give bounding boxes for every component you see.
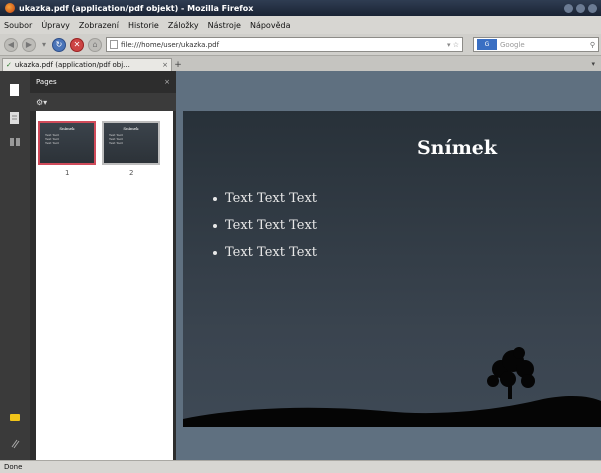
home-button[interactable]: ⌂ <box>88 37 102 52</box>
maximize-icon[interactable] <box>576 3 585 13</box>
page-thumbnail-2[interactable]: Snímek Text Text Text Text Text Text <box>102 121 160 165</box>
tab-bar: ✓ ukazka.pdf (application/pdf obj... × +… <box>0 56 601 71</box>
search-placeholder: Google <box>500 40 525 49</box>
menu-tools[interactable]: Nástroje <box>208 21 241 30</box>
menu-bookmarks[interactable]: Záložky <box>168 21 199 30</box>
attachment-icon[interactable] <box>9 135 21 149</box>
search-box[interactable]: G Google ⚲ <box>473 37 599 52</box>
thumbnail-text: Text Text Text Text Text Text <box>109 133 123 145</box>
tab-label: ukazka.pdf (application/pdf obj... <box>14 61 130 69</box>
document-area[interactable]: Snímek Text Text Text Text Text Text Tex… <box>176 71 601 460</box>
pdf-page: Snímek Text Text Text Text Text Text Tex… <box>183 111 601 427</box>
tab-list-icon[interactable]: ▾ <box>591 60 595 68</box>
panel-close-icon[interactable]: × <box>164 78 170 86</box>
search-engine-icon[interactable]: G <box>477 39 497 50</box>
tab-check-icon: ✓ <box>6 61 12 69</box>
comment-icon[interactable] <box>9 411 21 425</box>
stop-button[interactable]: ✕ <box>70 37 84 52</box>
options-icon[interactable]: ⚙▾ <box>36 98 47 107</box>
thumbnail-list: Snímek Text Text Text Text Text Text 1 S… <box>36 111 173 460</box>
menu-history[interactable]: Historie <box>128 21 159 30</box>
history-dropdown-icon[interactable]: ▾ <box>40 38 48 52</box>
tab-close-icon[interactable]: × <box>162 61 168 69</box>
thumbnail-title: Snímek <box>123 126 139 131</box>
menu-view[interactable]: Zobrazení <box>79 21 119 30</box>
url-text[interactable]: file:///home/user/ukazka.pdf <box>121 41 219 49</box>
window-controls <box>564 3 597 13</box>
search-icon[interactable]: ⚲ <box>590 41 595 49</box>
url-bar[interactable]: file:///home/user/ukazka.pdf ▾ ☆ <box>106 37 463 52</box>
paperclip-icon[interactable] <box>9 437 21 451</box>
tab-pdf[interactable]: ✓ ukazka.pdf (application/pdf obj... × <box>2 58 172 71</box>
thumbnail-title: Snímek <box>59 126 75 131</box>
menu-file[interactable]: Soubor <box>4 21 32 30</box>
menu-bar: Soubor Úpravy Zobrazení Historie Záložky… <box>0 16 601 34</box>
thumbnail-number: 1 <box>65 169 70 177</box>
bookmark-star-icon[interactable]: ▾ ☆ <box>447 41 459 49</box>
new-tab-button[interactable]: + <box>172 58 184 71</box>
menu-edit[interactable]: Úpravy <box>41 21 70 30</box>
forward-button[interactable]: ▶ <box>22 37 36 52</box>
firefox-icon <box>5 3 15 13</box>
pdf-viewer: Pages × ⚙▾ Snímek Text Text Text Text Te… <box>0 71 601 460</box>
landscape-tree-decoration <box>183 347 601 427</box>
panel-title: Pages <box>36 78 57 86</box>
back-button[interactable]: ◀ <box>4 37 18 52</box>
window-titlebar: ukazka.pdf (application/pdf objekt) - Mo… <box>0 0 601 16</box>
panel-header: Pages × <box>30 71 176 93</box>
panel-options: ⚙▾ <box>30 93 176 111</box>
close-icon[interactable] <box>588 3 597 13</box>
minimize-icon[interactable] <box>564 3 573 13</box>
reload-button[interactable]: ↻ <box>52 37 66 52</box>
viewer-left-toolbar <box>0 71 30 460</box>
status-text: Done <box>4 463 23 471</box>
thumbnails-panel: Pages × ⚙▾ Snímek Text Text Text Text Te… <box>30 71 176 460</box>
status-bar: Done <box>0 460 601 473</box>
pages-panel-icon[interactable] <box>9 83 21 97</box>
page-icon <box>110 40 118 49</box>
thumbnail-text: Text Text Text Text Text Text <box>45 133 59 145</box>
document-icon[interactable] <box>9 111 21 125</box>
menu-help[interactable]: Nápověda <box>250 21 291 30</box>
thumbnail-number: 2 <box>129 169 134 177</box>
navigation-toolbar: ◀ ▶ ▾ ↻ ✕ ⌂ file:///home/user/ukazka.pdf… <box>0 34 601 56</box>
page-thumbnail-1[interactable]: Snímek Text Text Text Text Text Text <box>38 121 96 165</box>
window-title: ukazka.pdf (application/pdf objekt) - Mo… <box>19 3 254 13</box>
